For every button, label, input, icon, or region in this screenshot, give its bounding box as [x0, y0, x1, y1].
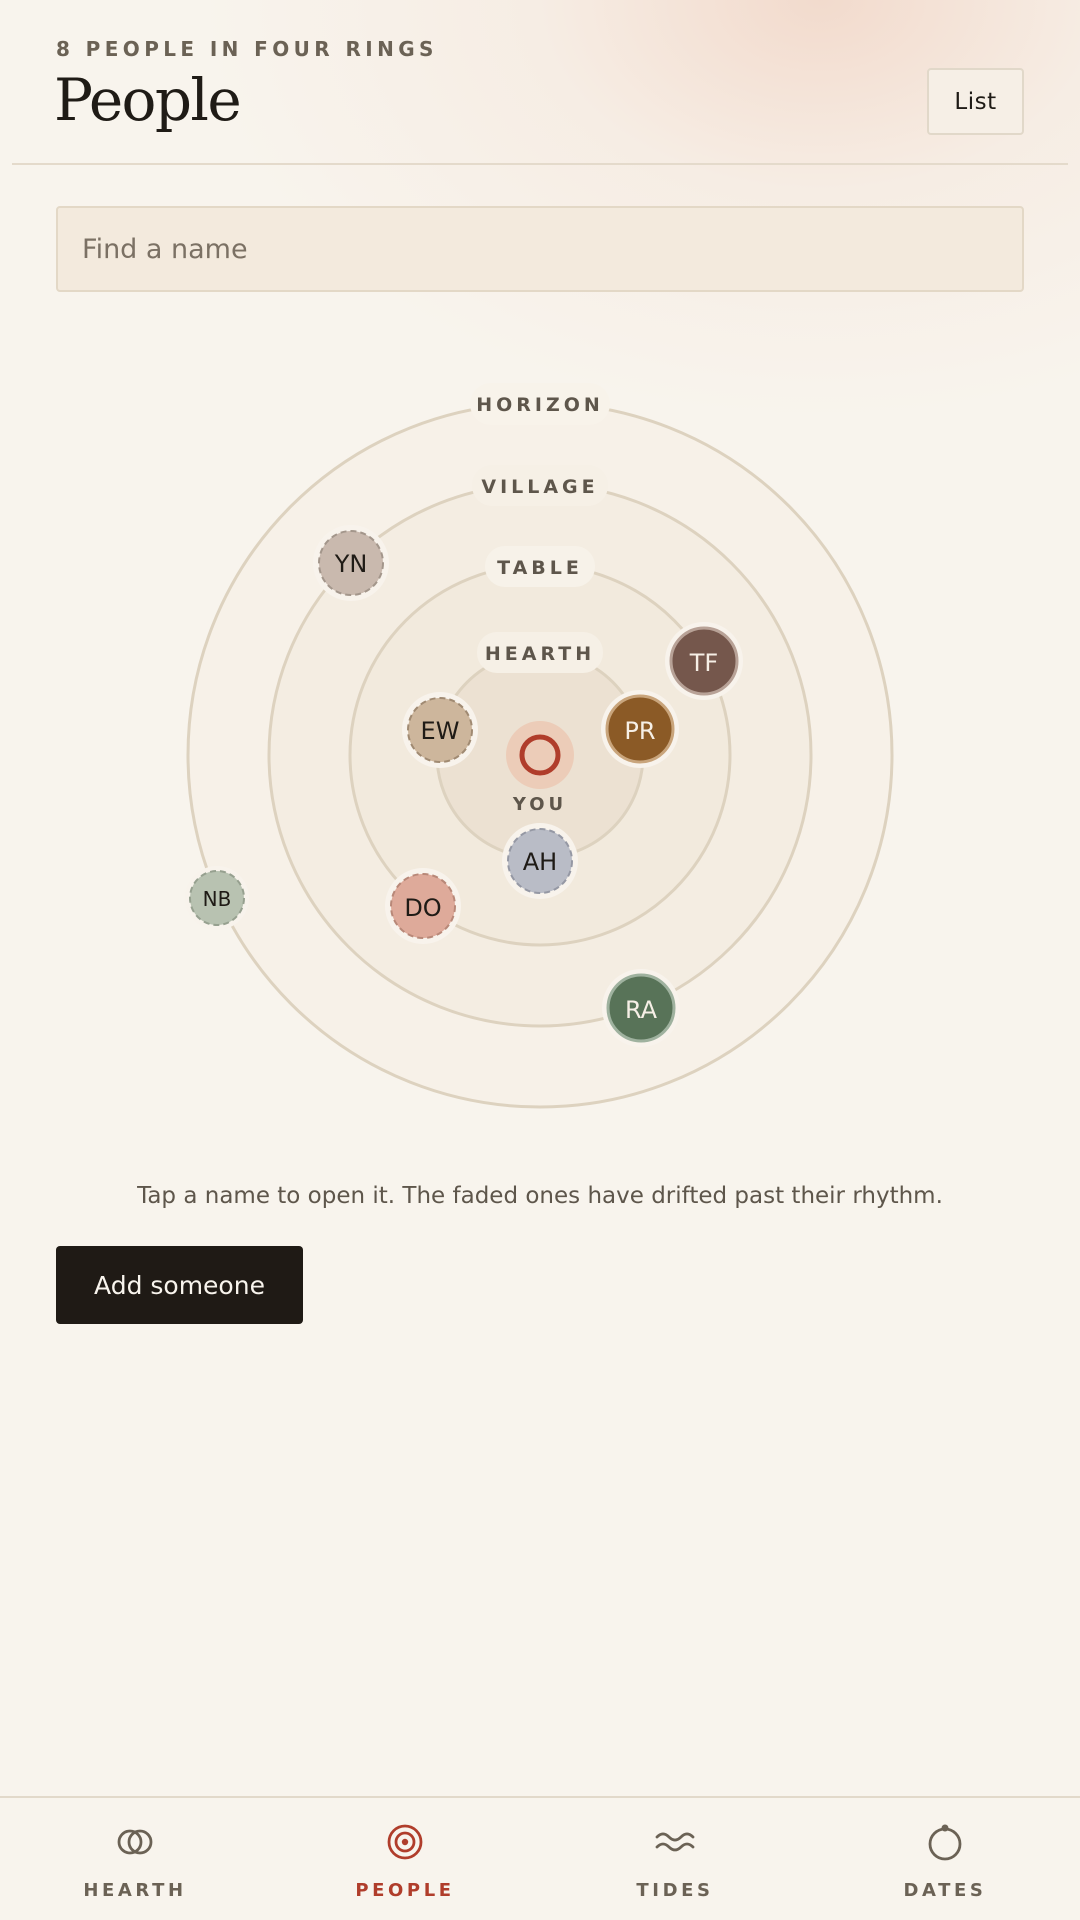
svg-text:RA: RA	[625, 996, 658, 1024]
ring-label-village: VILLAGE	[472, 465, 608, 506]
ring-horizon	[186, 401, 894, 1109]
dates-ring-icon	[928, 1824, 962, 1861]
people-target-icon	[387, 1824, 423, 1860]
you-label: YOU	[512, 794, 567, 815]
faded-hint-text: Tap a name to open it. The faded ones ha…	[137, 1183, 943, 1209]
svg-text:AH: AH	[523, 848, 557, 876]
person-avatar-nb[interactable]: NB	[185, 866, 249, 930]
header-divider	[12, 163, 1068, 165]
svg-text:NB: NB	[203, 887, 232, 911]
svg-text:VILLAGE: VILLAGE	[481, 476, 598, 498]
add-someone-button[interactable]: Add someone	[56, 1246, 303, 1324]
find-name-input[interactable]	[56, 206, 1024, 292]
svg-text:EW: EW	[421, 717, 460, 745]
svg-text:TF: TF	[689, 649, 718, 677]
person-avatar-ra[interactable]: RA	[602, 969, 680, 1047]
ring-label-horizon: HORIZON	[470, 383, 610, 425]
person-avatar-ew[interactable]: EW	[402, 692, 478, 768]
tides-wave-icon	[655, 1832, 695, 1852]
page-header: 8 PEOPLE IN FOUR RINGS People List	[0, 0, 1080, 164]
page-title: People	[54, 66, 242, 134]
nav-label-dates: DATES	[903, 1880, 987, 1901]
person-avatar-tf[interactable]: TF	[665, 622, 743, 700]
person-avatar-pr[interactable]: PR	[601, 690, 679, 768]
people-count-eyebrow: 8 PEOPLE IN FOUR RINGS	[56, 37, 438, 61]
svg-text:TABLE: TABLE	[497, 557, 583, 579]
ring-label-hearth: HEARTH	[477, 632, 603, 673]
list-view-button[interactable]: List	[927, 68, 1024, 135]
ring-label-table: TABLE	[485, 546, 595, 587]
nav-tab-people[interactable]: PEOPLE	[270, 1798, 540, 1920]
you-ring-icon	[519, 734, 561, 776]
person-avatar-yn[interactable]: YN	[313, 525, 389, 601]
nav-label-hearth: HEARTH	[83, 1880, 187, 1901]
svg-text:DO: DO	[404, 894, 441, 922]
nav-label-tides: TIDES	[636, 1880, 714, 1901]
bottom-nav: HEARTH PEOPLE TIDES DATES	[0, 1796, 1080, 1920]
nav-label-people: PEOPLE	[355, 1880, 455, 1901]
nav-tab-hearth[interactable]: HEARTH	[0, 1798, 270, 1920]
nav-tab-tides[interactable]: TIDES	[540, 1798, 810, 1920]
person-avatar-ah[interactable]: AH	[502, 823, 578, 899]
svg-text:YN: YN	[334, 550, 368, 578]
svg-text:PR: PR	[624, 717, 655, 745]
svg-text:HEARTH: HEARTH	[485, 643, 595, 665]
you-center-marker: YOU	[506, 721, 574, 815]
hearth-icon	[117, 1829, 153, 1855]
svg-text:HORIZON: HORIZON	[476, 394, 604, 416]
person-avatar-do[interactable]: DO	[385, 868, 461, 944]
nav-tab-dates[interactable]: DATES	[810, 1798, 1080, 1920]
